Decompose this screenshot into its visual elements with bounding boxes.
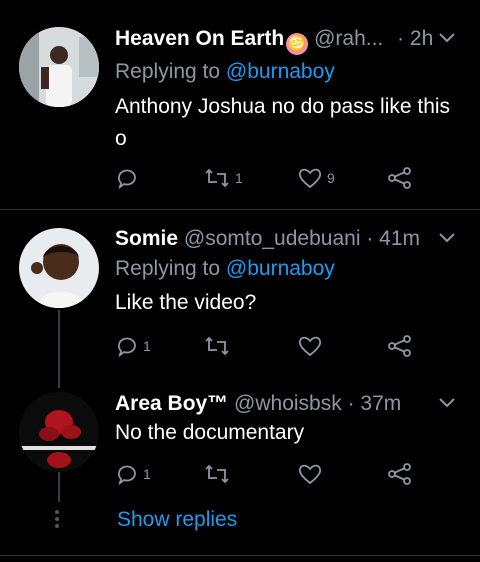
share-button[interactable] <box>387 461 413 487</box>
heart-icon <box>298 336 322 357</box>
action-bar: 1 9 <box>115 165 415 191</box>
reply-count: 1 <box>143 466 151 482</box>
thread-dots <box>55 507 59 531</box>
like-button[interactable]: 9 <box>297 165 335 191</box>
replying-handle-link[interactable]: @burnaboy <box>226 60 335 83</box>
tweet-text: Anthony Joshua no do pass like this o <box>115 91 465 155</box>
display-name[interactable]: Area Boy™ <box>115 392 228 415</box>
action-bar: 1 <box>115 461 415 487</box>
chevron-down-icon[interactable] <box>438 32 456 44</box>
display-name[interactable]: Somie <box>115 227 178 250</box>
reply-button[interactable]: 1 <box>115 333 151 359</box>
share-icon <box>388 335 411 357</box>
chevron-down-icon[interactable] <box>438 397 456 409</box>
chevron-down-icon[interactable] <box>438 232 456 244</box>
share-icon <box>388 167 411 189</box>
user-handle[interactable]: @rah... <box>314 27 383 50</box>
retweet-button[interactable]: 1 <box>203 165 243 191</box>
replying-to: Replying to @burnaboy <box>115 60 335 84</box>
avatar[interactable] <box>19 228 99 308</box>
timestamp[interactable]: · 2h <box>397 27 433 50</box>
like-button[interactable] <box>297 333 327 359</box>
cancer-zodiac-icon: ♋ <box>286 33 309 55</box>
tweet-text: Like the video? <box>115 291 257 314</box>
retweet-icon <box>205 336 229 356</box>
tweet-2[interactable]: Somie @somto_udebuani · 41m Replying to … <box>0 210 480 380</box>
share-button[interactable] <box>387 333 413 359</box>
tweet-3[interactable]: Area Boy™ @whoisbsk · 37m No the documen… <box>0 380 480 500</box>
reply-button[interactable] <box>115 165 143 191</box>
retweet-icon <box>205 168 229 188</box>
retweet-button[interactable] <box>203 333 235 359</box>
avatar[interactable] <box>19 392 99 472</box>
like-count: 9 <box>327 170 335 186</box>
share-icon <box>388 463 411 485</box>
retweet-button[interactable] <box>203 461 235 487</box>
tweet-text-line: Anthony Joshua no do pass like this <box>115 95 451 118</box>
replying-label: Replying to <box>115 60 221 83</box>
heart-icon <box>298 464 322 485</box>
heart-icon <box>298 168 322 189</box>
timestamp[interactable]: · 41m <box>366 227 420 250</box>
avatar[interactable] <box>19 27 99 107</box>
retweet-icon <box>205 464 229 484</box>
replying-to: Replying to @burnaboy <box>115 257 335 281</box>
replying-handle-link[interactable]: @burnaboy <box>226 257 335 280</box>
share-button[interactable] <box>387 165 413 191</box>
reply-icon <box>118 169 136 190</box>
tweet-text-line: o <box>115 127 127 150</box>
reply-button[interactable]: 1 <box>115 461 151 487</box>
tweet-text: No the documentary <box>115 421 305 444</box>
display-name[interactable]: Heaven On Earth <box>115 27 284 50</box>
like-button[interactable] <box>297 461 327 487</box>
timestamp[interactable]: · 37m <box>348 392 402 415</box>
reply-icon <box>118 465 136 486</box>
replying-label: Replying to <box>115 257 221 280</box>
tweet-1[interactable]: Heaven On Earth ♋ @rah... · 2h Replying t… <box>0 0 480 209</box>
reply-icon <box>118 337 136 358</box>
divider <box>0 555 480 556</box>
retweet-count: 1 <box>235 170 243 186</box>
show-replies-link[interactable]: Show replies <box>117 508 237 532</box>
user-handle[interactable]: @somto_udebuani <box>184 227 361 250</box>
action-bar: 1 <box>115 333 415 359</box>
user-handle[interactable]: @whoisbsk <box>234 392 342 415</box>
reply-count: 1 <box>143 338 151 354</box>
